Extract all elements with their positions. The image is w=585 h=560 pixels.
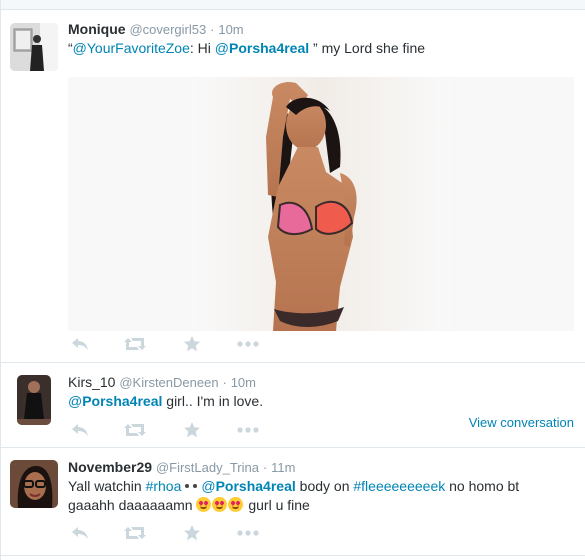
text-segment: Yall watchin (68, 478, 146, 494)
username[interactable]: @KirstenDeneen (119, 375, 218, 390)
mention-link-porsha[interactable]: @Porsha4real (201, 478, 295, 494)
text-segment: : Hi (189, 40, 215, 56)
username[interactable]: @FirstLady_Trina (156, 460, 259, 475)
tweet-actions (68, 335, 268, 355)
fullname[interactable]: Kirs_10 (68, 374, 115, 390)
favorite-icon[interactable] (180, 421, 204, 439)
favorite-icon[interactable] (180, 524, 204, 542)
more-icon[interactable] (236, 524, 260, 542)
retweet-icon[interactable] (123, 421, 147, 439)
at-sign: @ (68, 393, 83, 409)
more-icon[interactable] (236, 335, 260, 353)
text-segment: girl.. I'm in love. (162, 393, 264, 409)
text-segment: gaaahh daaaaaamn (68, 497, 197, 513)
text-segment: body on (295, 478, 354, 494)
fullname[interactable]: November29 (68, 459, 152, 475)
tweet-photo[interactable] (68, 77, 574, 331)
tweet-kirs[interactable]: Kirs_10 @KirstenDeneen · 10m @Porsha4rea… (1, 363, 585, 448)
timestamp[interactable]: 10m (231, 375, 256, 390)
heart-eyes-emoji-icon (228, 497, 244, 512)
username[interactable]: @covergirl53 (129, 22, 206, 37)
tweet-text: Yall watchin #rhoa @Porsha4real body on #… (68, 477, 574, 515)
avatar[interactable] (10, 460, 58, 508)
hashtag-link[interactable]: #fleeeeeeeeek (353, 478, 445, 494)
timestamp[interactable]: 11m (271, 460, 295, 475)
at-sign: @ (214, 40, 229, 56)
at-sign: @ (201, 478, 216, 494)
avatar[interactable] (17, 375, 51, 425)
avatar[interactable] (10, 23, 58, 71)
tweet-header: Kirs_10 @KirstenDeneen · 10m (68, 374, 256, 390)
timeline: Monique @covergirl53 · 10m “@YourFavorit… (0, 0, 585, 560)
tweet-november29[interactable]: November29 @FirstLady_Trina · 11m Yall w… (1, 448, 585, 556)
hashtag-link[interactable]: #rhoa (146, 478, 182, 494)
mention-name: Porsha4real (228, 40, 310, 56)
reply-icon[interactable] (68, 524, 92, 542)
text-segment: gurl u fine (244, 497, 310, 513)
view-conversation-link[interactable]: View conversation (469, 415, 574, 430)
timestamp[interactable]: 10m (218, 22, 243, 37)
mention-link-porsha[interactable]: @Porsha4real (215, 40, 309, 56)
mention-name: Porsha4real (215, 478, 296, 494)
separator: · (262, 460, 268, 475)
tweet-header: November29 @FirstLady_Trina · 11m (68, 459, 295, 475)
separator: · (210, 22, 215, 37)
mention-link[interactable]: @YourFavoriteZoe (73, 40, 190, 56)
tweet-text: @Porsha4real girl.. I'm in love. (68, 392, 574, 411)
tweet-monique[interactable]: Monique @covergirl53 · 10m “@YourFavorit… (1, 11, 585, 363)
timeline-top-edge (1, 0, 585, 10)
text-segment: no homo bt (445, 478, 520, 494)
tweet-header: Monique @covergirl53 · 10m (68, 21, 244, 37)
mention-link-porsha[interactable]: @Porsha4real (68, 393, 162, 409)
mention-name: Porsha4real (82, 393, 163, 409)
reply-icon[interactable] (68, 335, 92, 353)
heart-eyes-emoji-icon (196, 497, 212, 512)
retweet-icon[interactable] (123, 335, 147, 353)
separator: · (222, 375, 227, 390)
tweet-text: “@YourFavoriteZoe: Hi @Porsha4real ” my … (68, 39, 574, 58)
fullname[interactable]: Monique (68, 21, 126, 37)
tweet-actions (68, 421, 268, 441)
text-segment: ” my Lord she fine (309, 40, 426, 56)
reply-icon[interactable] (68, 421, 92, 439)
favorite-icon[interactable] (180, 335, 204, 353)
heart-eyes-emoji-icon (212, 497, 228, 512)
more-icon[interactable] (236, 421, 260, 439)
retweet-icon[interactable] (123, 524, 147, 542)
eyes-emoji-icon (183, 483, 199, 491)
tweet-actions (68, 524, 268, 544)
